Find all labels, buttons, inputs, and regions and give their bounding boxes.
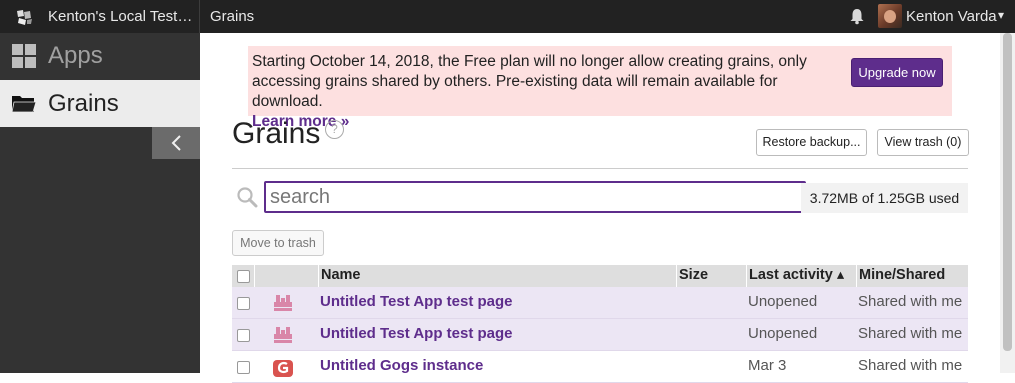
- sidebar-item-label: Grains: [48, 90, 119, 117]
- topbar-divider: [199, 0, 200, 33]
- server-name[interactable]: Kenton's Local Test…: [48, 8, 192, 25]
- select-all-checkbox[interactable]: [237, 270, 250, 283]
- banner-text: Starting October 14, 2018, the Free plan…: [252, 53, 807, 110]
- user-menu-caret-icon[interactable]: ▾: [998, 8, 1004, 22]
- free-plan-banner: Starting October 14, 2018, the Free plan…: [248, 46, 952, 130]
- column-divider: [676, 265, 677, 287]
- last-activity: Mar 3: [748, 357, 787, 374]
- grain-name-link[interactable]: Untitled Test App test page: [320, 293, 513, 310]
- row-checkbox[interactable]: [237, 329, 250, 342]
- table-header: Name Size Last activity ▴ Mine/Shared: [232, 265, 968, 287]
- table-row[interactable]: Untitled Test App test page Unopened Sha…: [232, 287, 968, 319]
- row-checkbox[interactable]: [237, 361, 250, 374]
- test-app-icon: [274, 327, 292, 343]
- column-header-mine-shared[interactable]: Mine/Shared: [859, 267, 945, 283]
- sidebar: Apps Grains: [0, 33, 200, 373]
- top-bar: Kenton's Local Test… Grains Kenton Varda…: [0, 0, 1015, 33]
- mine-shared: Shared with me: [858, 293, 963, 310]
- search-icon: [237, 187, 258, 208]
- sandstorm-logo-icon[interactable]: [15, 8, 33, 26]
- chevron-left-icon: [171, 135, 181, 151]
- storage-usage: 3.72MB of 1.25GB used: [801, 183, 968, 213]
- move-to-trash-button[interactable]: Move to trash: [232, 230, 324, 256]
- column-header-last-activity[interactable]: Last activity ▴: [749, 267, 844, 283]
- scrollbar-thumb[interactable]: [1003, 33, 1012, 351]
- sidebar-item-apps[interactable]: Apps: [0, 33, 200, 80]
- sidebar-item-label: Apps: [48, 42, 103, 69]
- grain-name-link[interactable]: Untitled Test App test page: [320, 325, 513, 342]
- column-divider: [318, 265, 319, 287]
- column-divider: [254, 265, 255, 287]
- collapse-sidebar-button[interactable]: [152, 127, 200, 159]
- table-row[interactable]: Untitled Test App test page Unopened Sha…: [232, 319, 968, 351]
- view-trash-button[interactable]: View trash (0): [877, 129, 969, 156]
- vertical-scrollbar[interactable]: [1000, 33, 1015, 373]
- mine-shared: Shared with me: [858, 325, 963, 342]
- user-avatar[interactable]: [878, 4, 902, 28]
- column-divider: [856, 265, 857, 287]
- column-header-name[interactable]: Name: [321, 267, 361, 283]
- last-activity: Unopened: [748, 293, 818, 310]
- mine-shared: Shared with me: [858, 357, 963, 374]
- grains-table: Name Size Last activity ▴ Mine/Shared Un…: [232, 265, 968, 383]
- grain-name-link[interactable]: Untitled Gogs instance: [320, 357, 483, 374]
- column-divider: [746, 265, 747, 287]
- column-header-size[interactable]: Size: [679, 267, 708, 283]
- gogs-icon: [273, 360, 293, 377]
- help-icon[interactable]: ?: [325, 120, 344, 139]
- folder-icon: [12, 96, 36, 113]
- breadcrumb: Grains: [210, 8, 255, 25]
- restore-backup-button[interactable]: Restore backup...: [756, 129, 867, 156]
- test-app-icon: [274, 295, 292, 311]
- divider: [232, 168, 968, 169]
- table-row[interactable]: Untitled Gogs instance Mar 3 Shared with…: [232, 351, 968, 383]
- search-input[interactable]: [264, 181, 806, 213]
- upgrade-now-button[interactable]: Upgrade now: [851, 58, 943, 87]
- page-title: Grains: [232, 117, 321, 150]
- apps-grid-icon: [12, 44, 36, 68]
- notifications-bell-icon[interactable]: [848, 7, 866, 25]
- row-checkbox[interactable]: [237, 297, 250, 310]
- main-content: Starting October 14, 2018, the Free plan…: [200, 33, 1000, 383]
- last-activity: Unopened: [748, 325, 818, 342]
- user-name[interactable]: Kenton Varda: [906, 8, 997, 25]
- sidebar-item-grains[interactable]: Grains: [0, 80, 200, 127]
